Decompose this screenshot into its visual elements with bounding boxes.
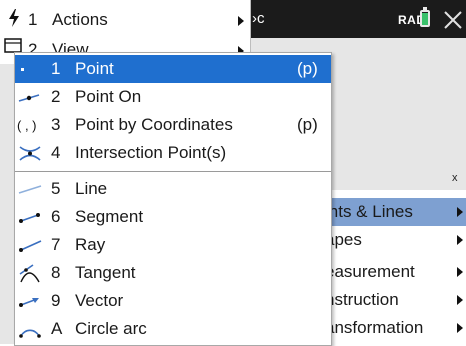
line-icon	[18, 185, 42, 194]
category-label: easurement	[325, 262, 415, 281]
submenu-arrow-icon	[457, 207, 463, 217]
menu-item-label: Line	[75, 179, 108, 198]
submenu-arrow-icon	[457, 323, 463, 333]
menu-item-label: Intersection Point(s)	[75, 143, 227, 162]
category-construction[interactable]: nstruction	[317, 286, 466, 314]
menu-item-point-on[interactable]: 2 Point On	[15, 83, 331, 111]
menu-item-label: Segment	[75, 207, 144, 226]
menu-separator	[15, 171, 331, 172]
root-menu-number: 1	[28, 10, 38, 29]
menu-item-number: 9	[51, 291, 61, 310]
tangent-icon	[19, 264, 40, 283]
menu-item-label: Point	[75, 59, 114, 78]
menu-item-number: 4	[51, 143, 61, 162]
menu-item-number: 6	[51, 207, 61, 226]
category-measurement[interactable]: easurement	[317, 258, 466, 286]
points-lines-menu: 1 Point (p) 2 Point On ( , ) 3 Point by …	[14, 52, 332, 346]
menu-item-line[interactable]: 5 Line	[15, 175, 331, 203]
intersection-point-icon	[19, 146, 41, 161]
submenu-arrow-icon	[238, 16, 244, 26]
battery-level	[422, 13, 428, 25]
menu-item-number: 2	[51, 87, 61, 106]
document-tab[interactable]: ›c	[252, 10, 265, 27]
menu-item-number: A	[51, 319, 63, 338]
category-label: ansformation	[325, 318, 424, 337]
menu-item-label: Point by Coordinates	[75, 115, 233, 134]
point-on-icon	[18, 94, 40, 102]
menu-item-label: Point On	[75, 87, 142, 106]
root-menu-item-actions[interactable]: Actions	[52, 10, 108, 30]
menu-item-circle-arc[interactable]: A Circle arc	[15, 315, 331, 343]
menu-item-label: Circle arc	[75, 319, 147, 338]
menu-item-point-by-coordinates[interactable]: ( , ) 3 Point by Coordinates (p)	[15, 111, 331, 139]
svg-text:( , ): ( , )	[17, 118, 37, 133]
point-by-coordinates-icon: ( , )	[17, 118, 37, 133]
vector-icon	[19, 298, 39, 307]
menu-item-point[interactable]: 1 Point (p)	[15, 55, 331, 83]
menu-item-segment[interactable]: 6 Segment	[15, 203, 331, 231]
circle-arc-icon	[19, 329, 41, 338]
category-transformation[interactable]: ansformation	[317, 314, 466, 342]
menu-item-intersection-points[interactable]: 4 Intersection Point(s)	[15, 139, 331, 167]
ray-icon	[19, 240, 42, 252]
menu-item-ray[interactable]: 7 Ray	[15, 231, 331, 259]
category-label: ints & Lines	[325, 202, 413, 221]
submenu-arrow-icon	[457, 295, 463, 305]
submenu-arrow-icon	[457, 267, 463, 277]
menu-item-number: 3	[51, 115, 61, 134]
menu-item-label: Ray	[75, 235, 106, 254]
category-menu: ints & Lines apes easurement nstruction …	[316, 190, 466, 344]
menu-item-number: 7	[51, 235, 61, 254]
menu-item-label: Tangent	[75, 263, 136, 282]
menu-item-shortcut: (p)	[297, 115, 318, 134]
x-axis-label: x	[452, 172, 458, 184]
menu-item-number: 1	[51, 59, 61, 78]
lightning-icon	[9, 9, 19, 27]
menu-item-vector[interactable]: 9 Vector	[15, 287, 331, 315]
menu-item-label: Vector	[75, 291, 124, 310]
close-icon[interactable]	[440, 4, 466, 34]
submenu-arrow-icon	[457, 235, 463, 245]
segment-icon	[19, 213, 40, 223]
category-shapes[interactable]: apes	[317, 226, 466, 254]
menu-item-number: 8	[51, 263, 61, 282]
point-icon	[21, 68, 24, 71]
category-points-lines[interactable]: ints & Lines	[317, 198, 466, 226]
menu-item-shortcut: (p)	[297, 59, 318, 78]
menu-item-tangent[interactable]: 8 Tangent	[15, 259, 331, 287]
menu-item-number: 5	[51, 179, 61, 198]
category-label: nstruction	[325, 290, 399, 309]
